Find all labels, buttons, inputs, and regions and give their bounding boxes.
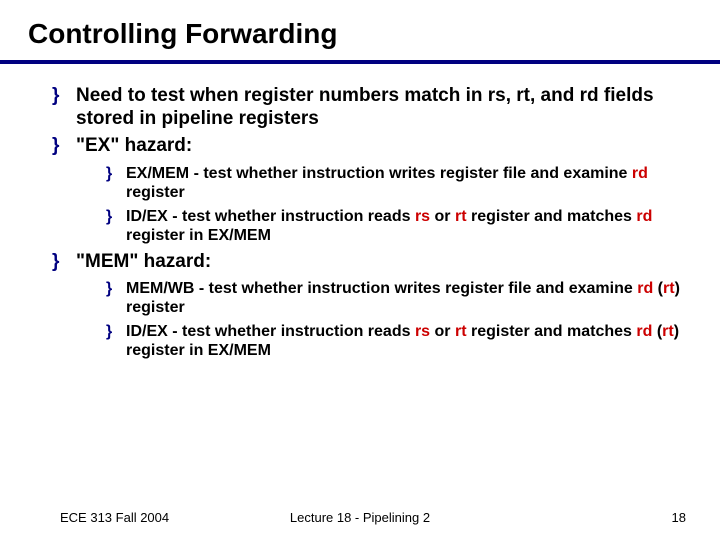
- text-run: (: [653, 280, 663, 297]
- sub-bullet-item: MEM/WB - test whether instruction writes…: [108, 279, 692, 318]
- highlight-rd: rd: [636, 208, 652, 225]
- highlight-rt: rt: [455, 208, 467, 225]
- sub-bullet-item: ID/EX - test whether instruction reads r…: [108, 322, 692, 361]
- text-run: register and matches: [467, 208, 637, 225]
- text-run: register in EX/MEM: [126, 227, 271, 244]
- highlight-rd: rd: [637, 280, 653, 297]
- slide-title: Controlling Forwarding: [28, 18, 692, 50]
- bullet-item: "EX" hazard: EX/MEM - test whether instr…: [56, 134, 692, 245]
- text-run: EX/MEM - test whether instruction writes…: [126, 165, 632, 182]
- highlight-rt: rt: [663, 280, 675, 297]
- footer-page-number: 18: [672, 510, 686, 525]
- text-run: register: [126, 184, 185, 201]
- text-run: or: [430, 208, 455, 225]
- highlight-rd: rd: [632, 165, 648, 182]
- highlight-rd: rd: [636, 323, 652, 340]
- highlight-rt: rt: [662, 323, 674, 340]
- bullet-list: Need to test when register numbers match…: [28, 84, 692, 361]
- sub-bullet-item: ID/EX - test whether instruction reads r…: [108, 207, 692, 246]
- bullet-text: "MEM" hazard:: [76, 251, 211, 272]
- text-run: or: [430, 323, 455, 340]
- highlight-rs: rs: [415, 208, 430, 225]
- highlight-rt: rt: [455, 323, 467, 340]
- bullet-text: "EX" hazard:: [76, 135, 192, 156]
- text-run: (: [652, 323, 662, 340]
- bullet-item: Need to test when register numbers match…: [56, 84, 692, 130]
- title-divider: [0, 60, 720, 64]
- sub-bullet-list: MEM/WB - test whether instruction writes…: [76, 279, 692, 361]
- footer-lecture: Lecture 18 - Pipelining 2: [0, 510, 720, 525]
- text-run: register and matches: [467, 323, 637, 340]
- text-run: ID/EX - test whether instruction reads: [126, 323, 415, 340]
- bullet-item: "MEM" hazard: MEM/WB - test whether inst…: [56, 250, 692, 361]
- text-run: ID/EX - test whether instruction reads: [126, 208, 415, 225]
- sub-bullet-item: EX/MEM - test whether instruction writes…: [108, 164, 692, 203]
- text-run: MEM/WB - test whether instruction writes…: [126, 280, 637, 297]
- highlight-rs: rs: [415, 323, 430, 340]
- sub-bullet-list: EX/MEM - test whether instruction writes…: [76, 164, 692, 246]
